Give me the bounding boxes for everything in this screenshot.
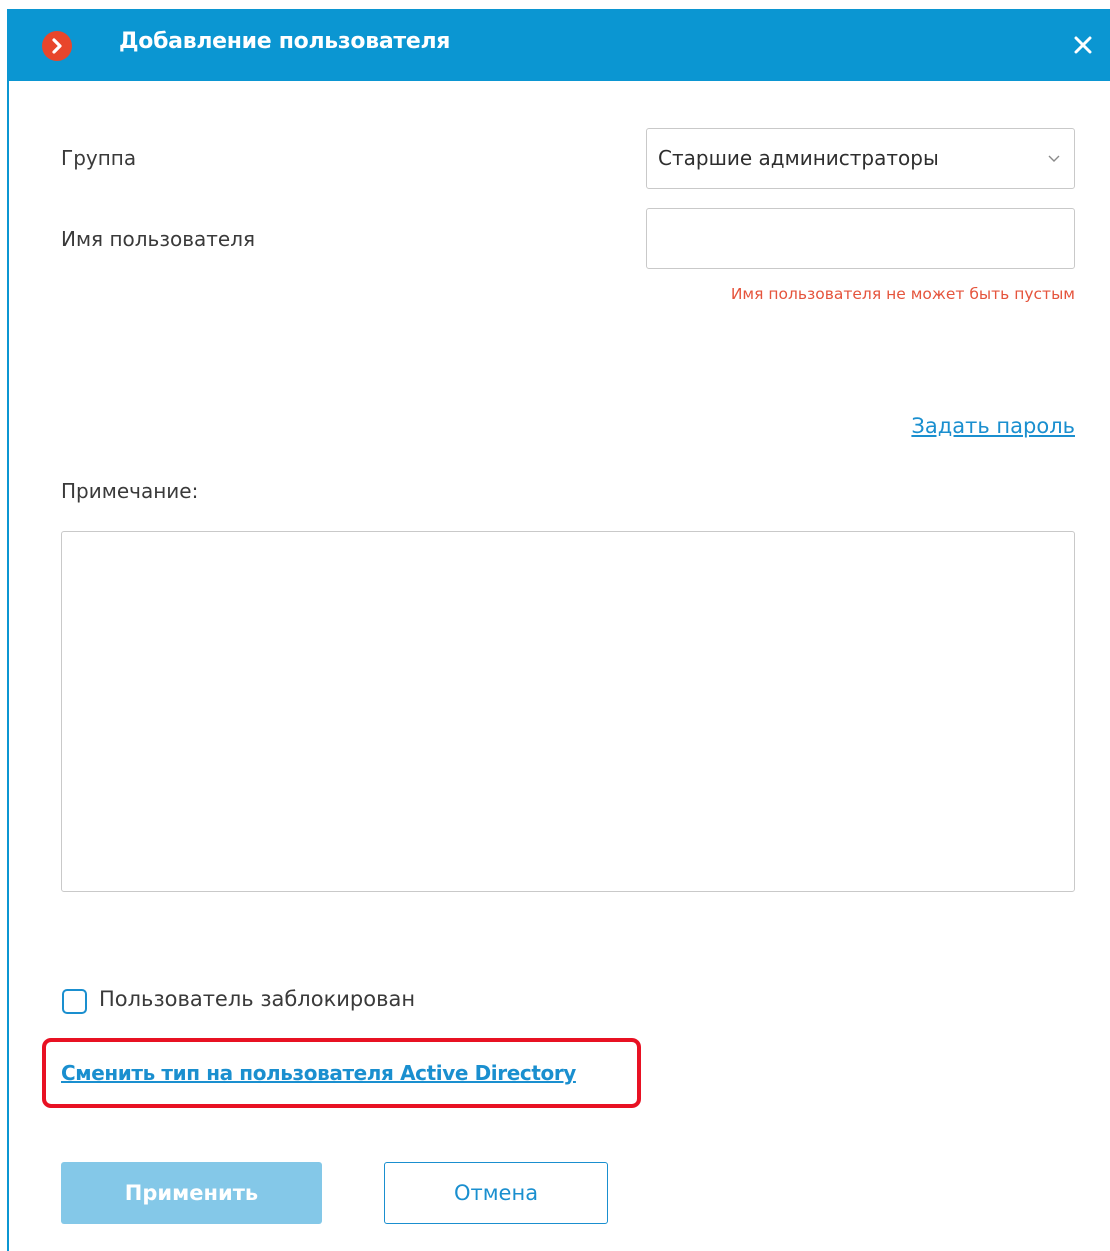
cancel-button[interactable]: Отмена <box>384 1162 608 1224</box>
group-select-value: Старшие администраторы <box>658 146 939 170</box>
set-password-link[interactable]: Задать пароль <box>911 414 1075 438</box>
add-user-dialog: Добавление пользователя Группа Старшие а… <box>7 9 1110 1251</box>
close-button[interactable] <box>1066 28 1100 62</box>
change-type-ad-link[interactable]: Сменить тип на пользователя Active Direc… <box>61 1061 576 1085</box>
apply-button[interactable]: Применить <box>61 1162 322 1224</box>
chevron-down-icon <box>1048 155 1060 162</box>
note-textarea[interactable] <box>61 531 1075 892</box>
username-label: Имя пользователя <box>61 227 256 251</box>
blocked-checkbox[interactable] <box>62 989 87 1014</box>
username-input[interactable] <box>646 208 1075 269</box>
blocked-label: Пользователь заблокирован <box>99 987 416 1011</box>
close-icon <box>1074 36 1092 54</box>
group-label: Группа <box>61 146 137 170</box>
title-bar: Добавление пользователя <box>9 9 1110 81</box>
group-select[interactable]: Старшие администраторы <box>646 128 1075 189</box>
username-error: Имя пользователя не может быть пустым <box>730 285 1075 303</box>
app-logo-icon <box>42 31 72 61</box>
dialog-title: Добавление пользователя <box>119 29 451 54</box>
note-label: Примечание: <box>61 479 199 503</box>
